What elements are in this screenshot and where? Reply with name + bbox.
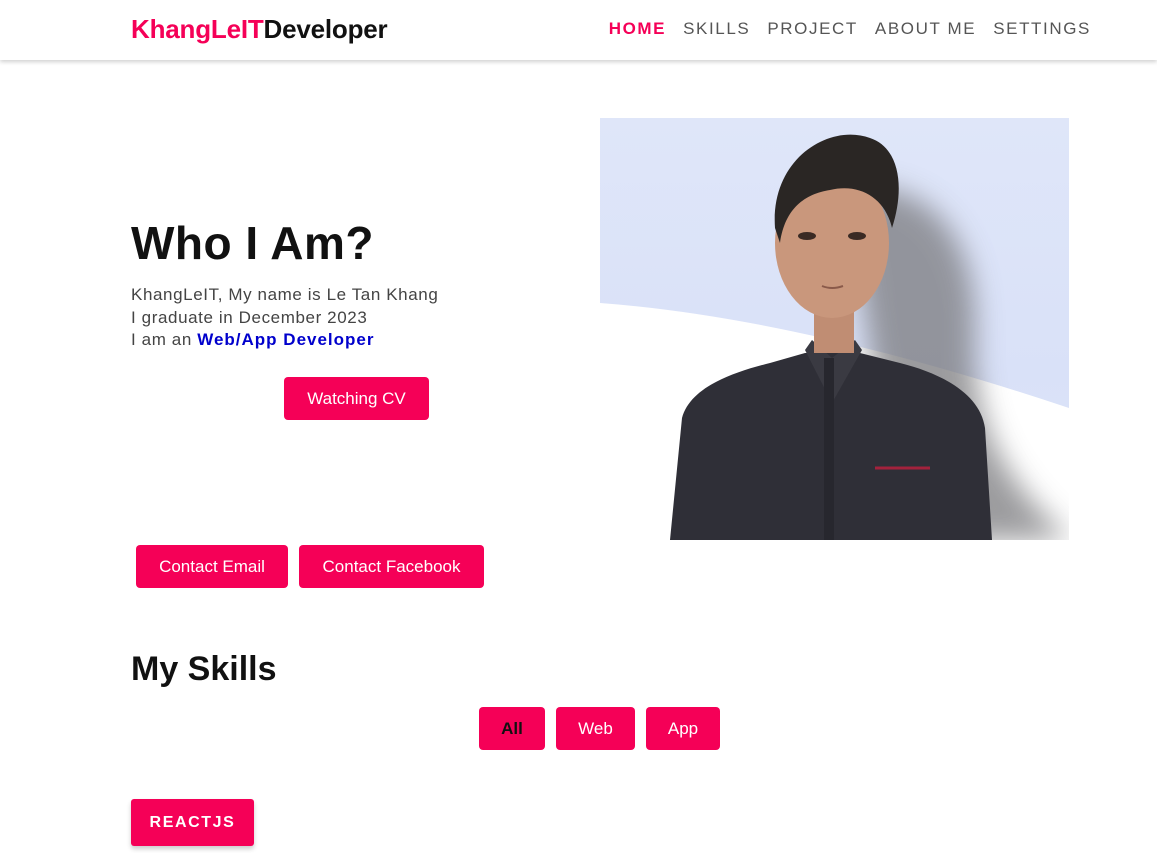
nav-item-home[interactable]: HOME — [609, 19, 666, 39]
hero-title: Who I Am? — [131, 217, 374, 269]
hero-intro: KhangLeIT, My name is Le Tan Khang I gra… — [131, 284, 438, 352]
nav-item-skills[interactable]: SKILLS — [683, 19, 750, 39]
top-navbar: KhangLeITDeveloper HOME SKILLS PROJECT A… — [0, 0, 1157, 60]
filter-app-button[interactable]: App — [646, 707, 720, 750]
nav-item-about-me[interactable]: ABOUT ME — [875, 19, 976, 39]
nav-item-project[interactable]: PROJECT — [767, 19, 858, 39]
intro-line-graduate: I graduate in December 2023 — [131, 307, 368, 327]
watching-cv-button[interactable]: Watching CV — [284, 377, 429, 420]
filter-all-button[interactable]: All — [479, 707, 545, 750]
brand-name-part1: KhangLeIT — [131, 14, 264, 44]
profile-photo-illustration — [600, 134, 1069, 540]
nav-menu: HOME SKILLS PROJECT ABOUT ME SETTINGS — [609, 19, 1091, 39]
contact-facebook-button[interactable]: Contact Facebook — [299, 545, 484, 588]
skill-card-reactjs[interactable]: REACTJS — [131, 799, 254, 846]
filter-web-button[interactable]: Web — [556, 707, 635, 750]
contact-email-button[interactable]: Contact Email — [136, 545, 288, 588]
intro-role-highlight: Web/App Developer — [197, 330, 375, 349]
intro-line-role: I am an Web/App Developer — [131, 329, 438, 352]
intro-line-name: KhangLeIT, My name is Le Tan Khang — [131, 285, 439, 304]
nav-item-settings[interactable]: SETTINGS — [993, 19, 1091, 39]
intro-role-prefix: I am an — [131, 330, 198, 349]
brand-logo[interactable]: KhangLeITDeveloper — [131, 14, 388, 45]
skills-section-title: My Skills — [131, 650, 277, 688]
profile-photo — [600, 118, 1069, 540]
brand-name-part2: Developer — [263, 14, 388, 44]
